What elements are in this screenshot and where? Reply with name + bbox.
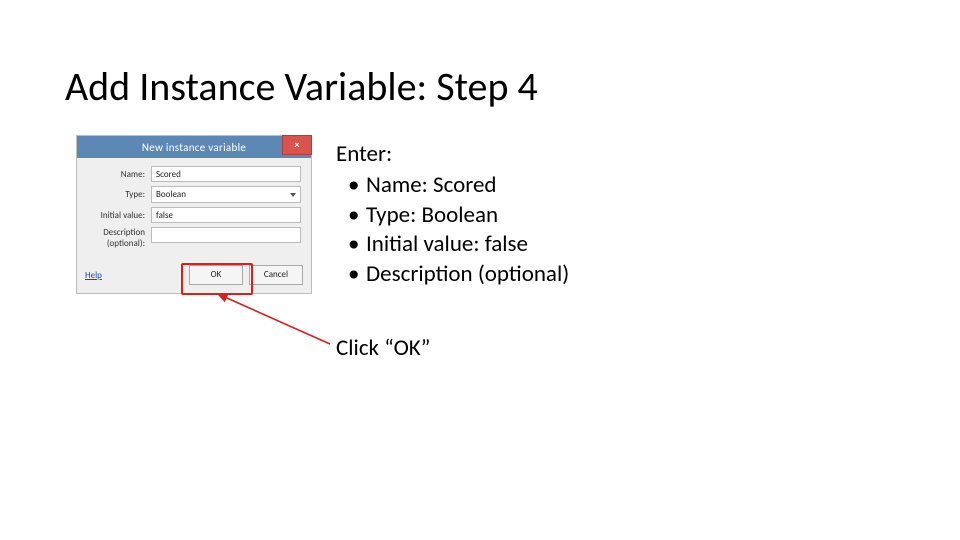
initial-value-label: Initial value: xyxy=(87,210,151,221)
instructions-heading: Enter: xyxy=(336,140,569,169)
click-ok-text: Click “OK” xyxy=(336,334,430,362)
type-label: Type: xyxy=(87,189,151,200)
description-input[interactable] xyxy=(151,227,301,243)
name-label: Name: xyxy=(87,169,151,180)
description-label-line1: Description xyxy=(103,227,145,238)
slide-title: Add Instance Variable: Step 4 xyxy=(65,62,538,111)
instruction-item: Name: Scored xyxy=(366,171,569,200)
name-input[interactable]: Scored xyxy=(151,166,301,182)
instructions-block: Enter: Name: Scored Type: Boolean Initia… xyxy=(336,140,569,289)
dialog-footer: Help OK Cancel xyxy=(77,259,311,293)
instruction-item: Initial value: false xyxy=(366,230,569,259)
instruction-item: Type: Boolean xyxy=(366,201,569,230)
close-button[interactable]: × xyxy=(282,135,312,155)
dialog-body: Name: Scored Type: Boolean Initial value… xyxy=(77,158,311,259)
instructions-list: Name: Scored Type: Boolean Initial value… xyxy=(336,171,569,289)
dialog-title: New instance variable xyxy=(142,141,246,154)
cancel-button[interactable]: Cancel xyxy=(249,265,303,285)
new-instance-variable-dialog: New instance variable × Name: Scored Typ… xyxy=(76,135,312,294)
description-label: Description (optional): xyxy=(87,227,151,249)
type-select[interactable]: Boolean xyxy=(151,186,301,203)
help-link[interactable]: Help xyxy=(85,270,102,281)
description-label-line2: (optional): xyxy=(107,238,145,249)
dialog-titlebar[interactable]: New instance variable × xyxy=(77,136,311,158)
initial-value-input[interactable]: false xyxy=(151,207,301,223)
ok-button[interactable]: OK xyxy=(189,265,243,285)
instruction-item: Description (optional) xyxy=(366,260,569,289)
